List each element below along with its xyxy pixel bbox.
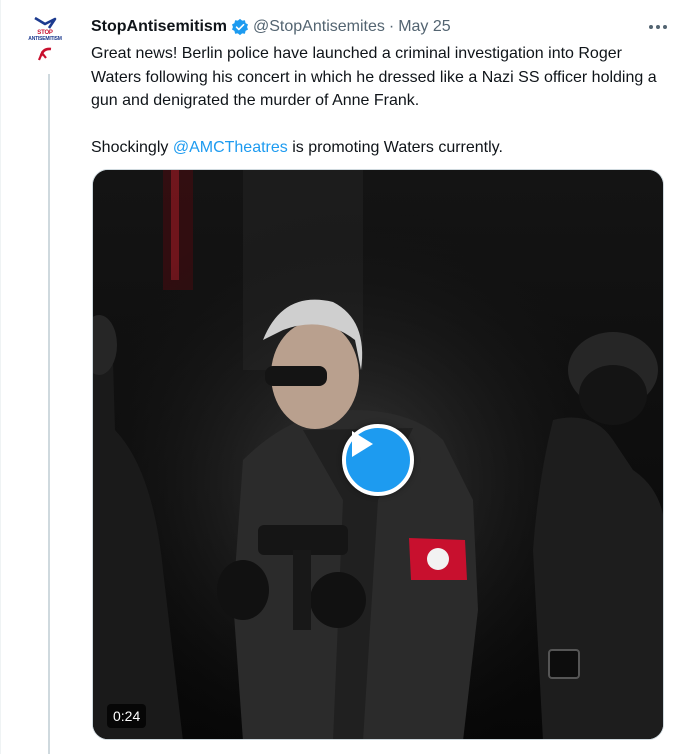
avatar[interactable]: STOP ANTISEMITISM (25, 16, 65, 66)
tweet[interactable]: STOP ANTISEMITISM StopAntisemitism @Stop… (0, 0, 683, 754)
display-name[interactable]: StopAntisemitism (91, 18, 227, 36)
logo-line-antisemitism: ANTISEMITISM (28, 36, 62, 42)
header-separator: · (388, 18, 395, 35)
mention-link[interactable]: @AMCTheatres (173, 139, 288, 156)
thread-line (48, 74, 50, 754)
verified-badge-icon[interactable] (231, 18, 249, 36)
tweet-header: StopAntisemitism @StopAntisemites · May … (91, 16, 663, 38)
tweet-paragraph-2: Shockingly @AMCTheatres is promoting Wat… (91, 136, 671, 160)
paragraph-2-tail: is promoting Waters currently. (287, 138, 503, 156)
tweet-text: Great news! Berlin police have launched … (91, 42, 671, 159)
tweet-date[interactable]: May 25 (398, 18, 450, 36)
video-player[interactable]: 0:24 (92, 169, 664, 740)
user-handle[interactable]: @StopAntisemites (253, 18, 385, 36)
tweet-paragraph-1: Great news! Berlin police have launched … (91, 45, 657, 109)
paragraph-2-lead: Shockingly (91, 138, 173, 156)
play-icon (352, 431, 373, 457)
video-duration: 0:24 (107, 704, 147, 728)
play-button[interactable] (342, 424, 414, 496)
more-options-icon[interactable] (641, 10, 675, 44)
